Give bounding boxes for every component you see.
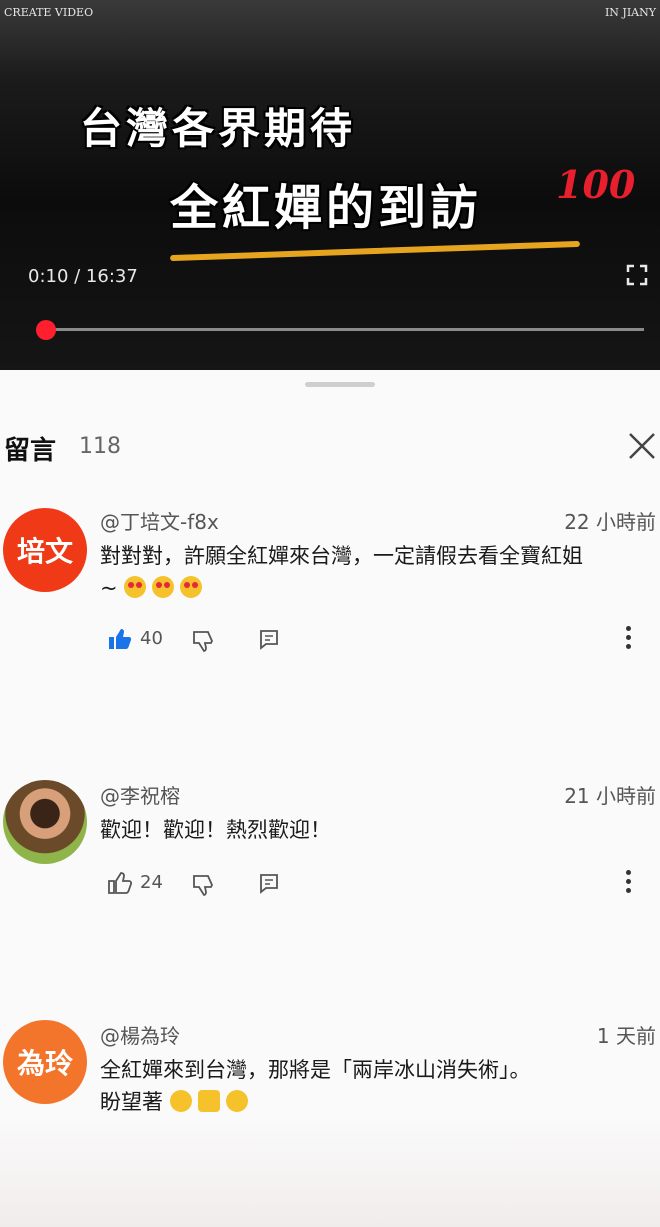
smile-emoji (169, 1090, 192, 1112)
comment-text-line: 歡迎！歡迎！熱烈歡迎！ (100, 818, 331, 842)
comment-time: 22 小時前 (564, 510, 656, 534)
thumbs-up-emoji (197, 1090, 220, 1112)
comments-title: 留言 (4, 436, 57, 466)
comment-handle[interactable]: @楊為玲 (100, 1020, 180, 1049)
comment-text-line: 全紅嬋來到台灣，那將是「兩岸冰山消失術」。 (100, 1058, 531, 1082)
video-time: 0:10 / 16:37 (28, 266, 138, 287)
reply-icon[interactable] (258, 872, 280, 894)
drag-handle[interactable] (305, 382, 375, 387)
scrubber-handle[interactable] (36, 320, 56, 340)
more-options-icon[interactable] (626, 870, 634, 897)
comment-time: 21 小時前 (564, 784, 656, 808)
comment-handle[interactable]: @丁培文-f8x (100, 506, 219, 535)
comments-sheet: 留言 118 培文 @丁培文-f8x 22 小時前 對對對，許願全紅嬋來台灣，一… (0, 370, 660, 1227)
bottom-fade (0, 1120, 660, 1227)
comments-count: 118 (79, 434, 121, 459)
watermark-left: CREATE VIDEO (4, 6, 94, 19)
reply-icon[interactable] (258, 628, 280, 650)
comment-text: 全紅嬋來到台灣，那將是「兩岸冰山消失術」。 盼望著 (100, 1054, 648, 1118)
comment-text-line2: ~ (100, 576, 118, 600)
like-count: 24 (140, 872, 163, 893)
comment-text-line: 對對對，許願全紅嬋來台灣，一定請假去看全寶紅姐 (100, 544, 583, 568)
comment-text-line2: 盼望著 (100, 1090, 163, 1114)
heart-eyes-emoji (124, 576, 147, 598)
progress-bar[interactable] (40, 328, 644, 331)
close-icon[interactable] (624, 428, 660, 464)
watermark-right: IN JIANY (604, 6, 656, 19)
avatar[interactable] (3, 780, 87, 864)
heart-eyes-emoji (180, 576, 203, 598)
comment-handle[interactable]: @李祝榕 (100, 780, 180, 809)
dislike-icon[interactable] (192, 874, 216, 896)
dislike-icon[interactable] (192, 630, 216, 652)
smile-emoji (225, 1090, 248, 1112)
video-player[interactable]: CREATE VIDEO IN JIANY 台灣各界期待 全紅嬋的到訪 100 … (0, 0, 660, 370)
like-icon[interactable] (108, 628, 132, 650)
like-count: 40 (140, 628, 163, 649)
like-icon[interactable] (108, 872, 132, 894)
avatar[interactable]: 為玲 (3, 1020, 87, 1104)
title-underline (170, 240, 580, 262)
comment-text: 對對對，許願全紅嬋來台灣，一定請假去看全寶紅姐 ~ (100, 540, 648, 604)
avatar[interactable]: 培文 (3, 508, 87, 592)
comment-time: 1 天前 (596, 1024, 656, 1048)
hundred-emoji: 100 (556, 162, 636, 207)
video-title-line1: 台灣各界期待 (80, 104, 357, 153)
fullscreen-icon[interactable] (626, 264, 648, 286)
heart-eyes-emoji (152, 576, 175, 598)
more-options-icon[interactable] (626, 626, 634, 653)
comment-text: 歡迎！歡迎！熱烈歡迎！ (100, 814, 648, 846)
